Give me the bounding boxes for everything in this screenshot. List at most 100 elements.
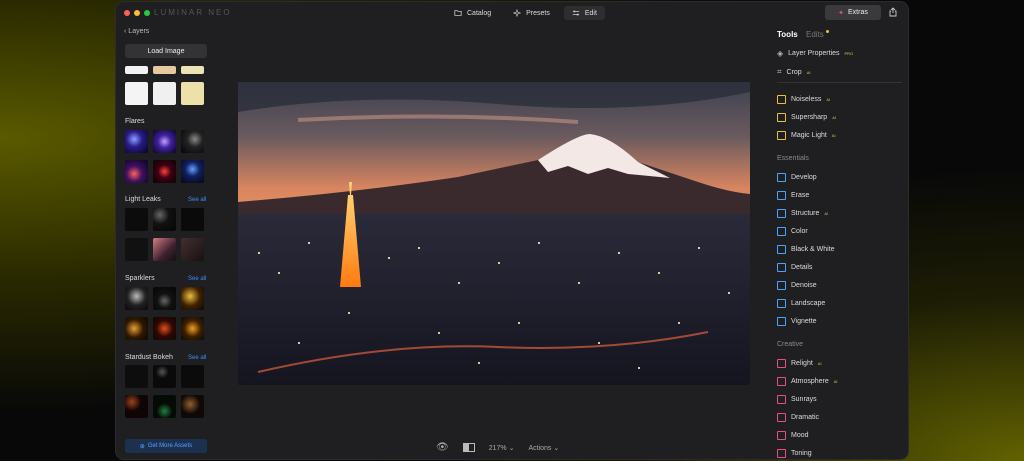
share-icon[interactable] [888,7,898,17]
ai-badge: AI [832,115,836,120]
actions-label: Actions [528,444,552,452]
eye-icon[interactable]: 👁 [436,442,449,453]
asset-thumb[interactable] [153,66,176,74]
back-to-layers[interactable]: ‹ Layers [124,28,149,35]
light-leak-thumb[interactable] [181,208,204,231]
tool-magic-light[interactable]: Magic Light AI [777,131,836,140]
flare-thumb[interactable] [181,160,204,183]
minimize-window-button[interactable] [134,10,140,16]
tab-edits[interactable]: Edits [806,30,824,39]
light-leak-thumb[interactable] [153,208,176,231]
sparkler-thumb[interactable] [125,317,148,340]
tool-dramatic[interactable]: Dramatic [777,413,824,422]
zoom-dropdown[interactable]: 217% ⌄ [489,444,515,452]
tool-supersharp[interactable]: Supersharp AI [777,113,836,122]
asset-thumb[interactable] [181,66,204,74]
tool-toning[interactable]: Toning [777,449,817,458]
close-window-button[interactable] [124,10,130,16]
pro-badge: PRO [844,51,854,56]
sparkler-thumb[interactable] [181,287,204,310]
tool-label: Structure [791,210,820,217]
group-essentials: Essentials [777,155,809,162]
sparkler-thumb[interactable] [125,287,148,310]
tool-icon [777,227,786,236]
extras-icon: ✦ [838,9,845,17]
ai-badge: AI [826,97,831,102]
asset-thumb[interactable] [153,82,176,105]
tool-label: Develop [791,174,817,181]
tool-icon [777,191,786,200]
flare-thumb[interactable] [125,160,148,183]
tool-noiseless[interactable]: Noiseless AI [777,95,830,104]
see-all-stardust[interactable]: See all [188,355,206,361]
stardust-thumb[interactable] [181,395,204,418]
tool-erase[interactable]: Erase [777,191,814,200]
light-leak-thumb[interactable] [181,238,204,261]
flare-thumb[interactable] [153,130,176,153]
light-leak-thumb[interactable] [125,238,148,261]
tool-label: Supersharp [791,114,828,121]
tool-denoise[interactable]: Denoise [777,281,822,290]
extras-button[interactable]: ✦ Extras [825,5,881,20]
actions-dropdown[interactable]: Actions ⌄ [528,444,559,452]
asset-thumb[interactable] [125,82,148,105]
load-image-button[interactable]: Load Image [125,44,207,58]
tool-icon [777,377,786,386]
tool-sunrays[interactable]: Sunrays [777,395,822,404]
tool-icon [777,395,786,404]
stardust-thumb[interactable] [125,395,148,418]
compare-icon[interactable] [462,443,475,452]
chevron-down-icon: ⌄ [553,444,560,452]
tool-vignette[interactable]: Vignette [777,317,822,326]
tool-details[interactable]: Details [777,263,817,272]
section-flares: Flares [125,118,145,125]
flare-thumb[interactable] [153,160,176,183]
tool-layer-properties[interactable]: ◈ Layer Properties PRO [777,49,853,58]
tab-presets[interactable]: Presets [505,6,558,20]
tool-icon [777,317,786,326]
asset-thumb[interactable] [181,82,204,105]
tool-crop[interactable]: ⌗ Crop AI [777,67,810,77]
tab-edit[interactable]: Edit [563,6,605,20]
divider [777,82,902,83]
get-more-assets-button[interactable]: ⊕ Get More Assets [125,439,207,453]
tool-relight[interactable]: Relight AI [777,359,822,368]
assets-panel: ‹ Layers Load Image Flares Light Leaks S… [116,24,216,459]
flare-thumb[interactable] [125,130,148,153]
light-leak-thumb[interactable] [153,238,176,261]
tool-atmosphere[interactable]: Atmosphere AI [777,377,838,386]
tab-tools[interactable]: Tools [777,30,798,39]
ai-badge: AI [806,69,811,75]
tool-develop[interactable]: Develop [777,173,822,182]
stardust-thumb[interactable] [153,365,176,388]
stardust-thumb[interactable] [125,365,148,388]
see-all-sparklers[interactable]: See all [188,276,206,282]
tool-label: Vignette [791,318,817,325]
extras-label: Extras [848,9,868,16]
asset-thumb[interactable] [125,66,148,74]
tab-catalog[interactable]: Catalog [446,6,499,20]
tools-tabs: Tools Edits [777,30,830,39]
tool-icon [777,299,786,308]
light-leak-thumb[interactable] [125,208,148,231]
group-creative: Creative [777,341,804,348]
tool-label: Erase [791,192,810,199]
tool-landscape[interactable]: Landscape [777,299,830,308]
tool-icon [777,449,786,458]
sparkler-thumb[interactable] [181,317,204,340]
image-canvas[interactable] [238,82,750,385]
tool-color[interactable]: Color [777,227,813,236]
sparkler-thumb[interactable] [153,287,176,310]
tool-mood[interactable]: Mood [777,431,814,440]
zoom-window-button[interactable] [144,10,150,16]
stardust-thumb[interactable] [181,365,204,388]
flare-thumb[interactable] [181,130,204,153]
tool-black-white[interactable]: Black & White [777,245,840,254]
tool-label: Landscape [791,300,826,307]
sparkler-thumb[interactable] [153,317,176,340]
folder-icon [454,10,462,16]
see-all-light-leaks[interactable]: See all [188,197,206,203]
tool-icon [777,281,786,290]
tool-structure[interactable]: Structure AI [777,209,828,218]
stardust-thumb[interactable] [153,395,176,418]
